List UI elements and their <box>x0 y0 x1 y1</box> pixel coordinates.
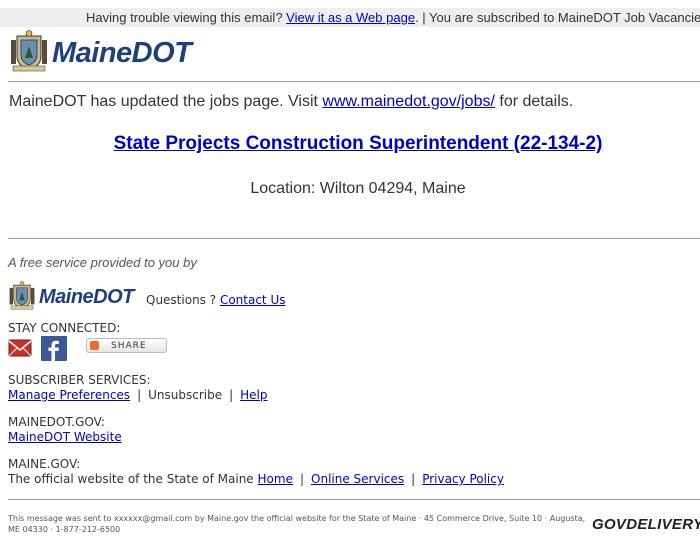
share-plus-icon <box>90 341 99 350</box>
intro-prefix: MaineDOT has updated the jobs page. Visi… <box>9 93 318 110</box>
share-button[interactable]: SHARE <box>86 338 167 353</box>
email-icon[interactable] <box>8 337 32 359</box>
free-service-text: A free service provided to you by <box>8 255 197 270</box>
unsubscribe-text[interactable]: Unsubscribe <box>148 388 222 402</box>
stay-connected-label: STAY CONNECTED: <box>8 321 121 335</box>
separator: | <box>411 472 416 486</box>
job-title-link[interactable]: State Projects Construction Superintende… <box>114 133 603 154</box>
govdelivery-logo: GOVDELIVERY <box>592 516 700 533</box>
sent-to-disclaimer: This message was sent to xxxxxx@gmail.co… <box>8 514 586 534</box>
mainedot-website-line: MaineDOT Website <box>8 430 122 444</box>
questions-line: Questions ? Contact Us <box>146 293 285 307</box>
mainedot-wordmark-small: MaineDOT <box>39 286 134 308</box>
job-location: Location: Wilton 04294, Maine <box>250 180 466 197</box>
mainedot-website-link[interactable]: MaineDOT Website <box>8 430 122 444</box>
privacy-policy-link[interactable]: Privacy Policy <box>422 472 504 486</box>
divider-bottom <box>8 499 700 500</box>
trouble-viewing-text: Having trouble viewing this email? <box>86 10 283 25</box>
maine-gov-links: The official website of the State of Mai… <box>8 472 504 486</box>
jobs-page-link[interactable]: www.mainedot.gov/jobs/ <box>322 93 495 110</box>
view-web-page-link[interactable]: View it as a Web page <box>286 10 415 25</box>
subscriber-services-label: SUBSCRIBER SERVICES: <box>8 373 151 387</box>
online-services-link[interactable]: Online Services <box>311 472 404 486</box>
manage-preferences-link[interactable]: Manage Preferences <box>8 388 130 402</box>
facebook-icon[interactable] <box>41 336 67 361</box>
contact-us-link[interactable]: Contact Us <box>220 293 286 307</box>
divider-middle <box>8 238 700 239</box>
help-link[interactable]: Help <box>240 388 267 402</box>
subscriber-services-links: Manage Preferences | Unsubscribe | Help <box>8 388 268 402</box>
intro-text: MaineDOT has updated the jobs page. Visi… <box>9 93 573 111</box>
intro-suffix: for details. <box>499 93 574 110</box>
separator: | <box>299 472 305 486</box>
divider-top <box>8 81 700 82</box>
separator: | <box>137 388 142 402</box>
top-notice-bar: Having trouble viewing this email? View … <box>0 8 700 27</box>
questions-text: Questions ? <box>146 293 217 307</box>
maine-gov-label: MAINE.GOV: <box>8 457 81 471</box>
mainedot-logo-footer: MaineDOT <box>8 281 148 311</box>
job-title-container: State Projects Construction Superintende… <box>0 133 700 155</box>
share-label: SHARE <box>111 341 147 351</box>
mainedot-gov-label: MAINEDOT.GOV: <box>8 415 105 429</box>
home-link[interactable]: Home <box>258 472 293 486</box>
maine-seal-icon <box>11 30 47 72</box>
maine-seal-small-icon <box>9 281 35 310</box>
official-site-text: The official website of the State of Mai… <box>8 472 254 486</box>
subscribed-text: . | You are subscribed to MaineDOT Job V… <box>415 10 700 25</box>
separator: | <box>229 388 234 402</box>
mainedot-wordmark: MaineDOT <box>52 37 192 69</box>
